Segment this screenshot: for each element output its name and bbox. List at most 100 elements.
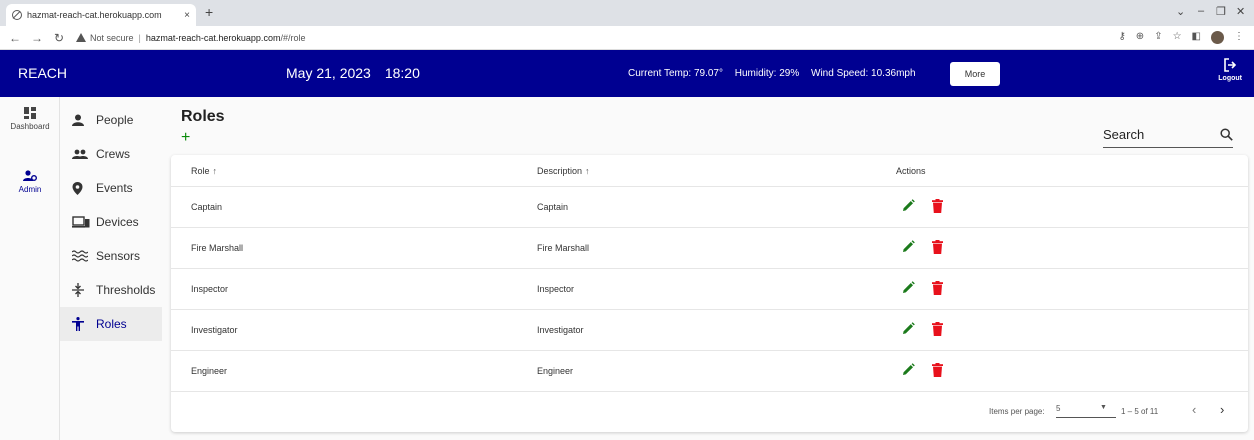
menu-icon[interactable]: ⋮ — [1234, 31, 1244, 44]
subnav-item-crews[interactable]: Crews — [60, 137, 162, 171]
cell-role: Captain — [191, 202, 223, 212]
delete-icon[interactable] — [932, 281, 943, 297]
tab-search-icon[interactable]: ⌄ — [1176, 5, 1185, 18]
new-tab-button[interactable]: + — [205, 4, 213, 20]
cell-description: Engineer — [537, 366, 574, 376]
delete-icon[interactable] — [932, 240, 943, 256]
threshold-icon — [72, 283, 94, 297]
items-per-page-label: Items per page: — [989, 407, 1045, 416]
dashboard-icon — [24, 107, 36, 119]
logout-button[interactable]: Logout — [1218, 58, 1242, 82]
profile-avatar[interactable] — [1211, 31, 1224, 44]
sort-arrow-icon: ↑ — [585, 166, 590, 176]
page-title: Roles — [181, 108, 225, 125]
close-window-icon[interactable]: ✕ — [1236, 5, 1245, 18]
add-role-button[interactable]: + — [181, 130, 190, 146]
logout-label: Logout — [1218, 75, 1242, 82]
left-rail: Dashboard Admin — [0, 97, 60, 440]
subnav-label: Thresholds — [96, 283, 156, 297]
roles-table-card: Role ↑ Description ↑ Actions Captain Captai… — [171, 155, 1248, 432]
edit-icon[interactable] — [902, 199, 915, 214]
address-bar: ← → ↻ Not secure | hazmat-reach-cat.hero… — [0, 26, 1254, 50]
delete-icon[interactable] — [932, 363, 943, 379]
paginator: Items per page: 5 ▼ 1 – 5 of 11 ‹ › — [171, 391, 1248, 431]
star-icon[interactable]: ☆ — [1173, 31, 1182, 44]
cell-role: Investigator — [191, 325, 238, 335]
datetime: May 21, 2023 18:20 — [286, 65, 434, 81]
browser-tabstrip: hazmat-reach-cat.herokuapp.com × + ⌄ – ❐… — [0, 0, 1254, 26]
subnav-label: Devices — [96, 215, 139, 229]
url-field[interactable]: Not secure | hazmat-reach-cat.herokuapp.… — [76, 33, 305, 43]
col-header-actions: Actions — [896, 166, 926, 176]
search-icon[interactable] — [1220, 127, 1233, 141]
table-row: Captain Captain — [171, 186, 1248, 227]
table-header: Role ↑ Description ↑ Actions — [171, 155, 1248, 186]
rail-admin-label: Admin — [18, 185, 42, 194]
warning-icon — [76, 33, 86, 42]
app-header: REACH May 21, 2023 18:20 Current Temp: 79… — [0, 50, 1254, 97]
cell-role: Engineer — [191, 366, 228, 376]
previous-page-icon[interactable]: ‹ — [1192, 402, 1196, 417]
logout-icon — [1224, 58, 1237, 72]
browser-toolbar: ⚷ ⊕ ⇪ ☆ ◧ ⋮ — [1118, 31, 1244, 44]
next-page-icon[interactable]: › — [1220, 402, 1224, 417]
subnav-item-events[interactable]: Events — [60, 171, 162, 205]
rail-dashboard-label: Dashboard — [10, 122, 50, 131]
group-icon — [72, 148, 94, 160]
tab-title: hazmat-reach-cat.herokuapp.com — [27, 10, 162, 20]
rail-admin[interactable]: Admin — [0, 170, 60, 194]
table-row: Fire Marshall Fire Marshall — [171, 227, 1248, 268]
subnav-item-roles[interactable]: Roles — [60, 307, 162, 341]
cell-description: Fire Marshall — [537, 243, 590, 253]
browser-tab[interactable]: hazmat-reach-cat.herokuapp.com × — [6, 4, 196, 26]
cell-description: Investigator — [537, 325, 584, 335]
subnav-item-thresholds[interactable]: Thresholds — [60, 273, 162, 307]
search-input[interactable] — [1103, 126, 1203, 142]
subnav-item-devices[interactable]: Devices — [60, 205, 162, 239]
sidepanel-icon[interactable]: ◧ — [1192, 31, 1201, 44]
items-per-page-value: 5 — [1056, 404, 1061, 413]
search-field[interactable] — [1103, 121, 1233, 148]
edit-icon[interactable] — [902, 322, 915, 337]
not-secure-label: Not secure — [90, 32, 134, 43]
current-temp: Current Temp: 79.07° — [628, 68, 723, 79]
tab-close-icon[interactable]: × — [184, 10, 190, 21]
subnav-label: Crews — [96, 147, 131, 161]
weather-info: Current Temp: 79.07° Humidity: 29% Wind … — [628, 68, 925, 79]
rail-dashboard[interactable]: Dashboard — [0, 107, 60, 131]
cell-role: Fire Marshall — [191, 243, 244, 253]
back-icon[interactable]: ← — [8, 31, 22, 45]
subnav-label: People — [96, 113, 134, 127]
brand-title[interactable]: REACH — [18, 65, 67, 81]
delete-icon[interactable] — [932, 322, 943, 338]
delete-icon[interactable] — [932, 199, 943, 215]
table-row: Inspector Inspector — [171, 268, 1248, 309]
location-pin-icon — [72, 181, 94, 195]
edit-icon[interactable] — [902, 281, 915, 296]
admin-icon — [23, 170, 37, 181]
share-icon[interactable]: ⇪ — [1154, 31, 1162, 44]
items-per-page-select[interactable]: 5 ▼ — [1056, 404, 1116, 418]
subnav-item-people[interactable]: People — [60, 103, 162, 137]
cell-role: Inspector — [191, 284, 229, 294]
more-button[interactable]: More — [950, 62, 1000, 86]
minimize-icon[interactable]: – — [1198, 5, 1204, 17]
zoom-icon[interactable]: ⊕ — [1136, 31, 1144, 44]
edit-icon[interactable] — [902, 240, 915, 255]
accessibility-icon — [72, 317, 94, 331]
subnav-label: Sensors — [96, 249, 141, 263]
subnav-label: Roles — [96, 317, 127, 331]
subnav-item-sensors[interactable]: Sensors — [60, 239, 162, 273]
current-date: May 21, 2023 — [286, 65, 371, 81]
col-header-description[interactable]: Description ↑ — [537, 166, 590, 176]
forward-icon[interactable]: → — [30, 31, 44, 45]
key-icon[interactable]: ⚷ — [1118, 31, 1125, 44]
url-path: /#/role — [280, 32, 306, 43]
col-header-role[interactable]: Role ↑ — [191, 166, 217, 176]
reload-icon[interactable]: ↻ — [52, 31, 66, 45]
table-row: Investigator Investigator — [171, 309, 1248, 350]
restore-icon[interactable]: ❐ — [1216, 5, 1226, 18]
url-separator: | — [138, 32, 141, 43]
humidity: Humidity: 29% — [734, 68, 800, 79]
edit-icon[interactable] — [902, 363, 915, 378]
